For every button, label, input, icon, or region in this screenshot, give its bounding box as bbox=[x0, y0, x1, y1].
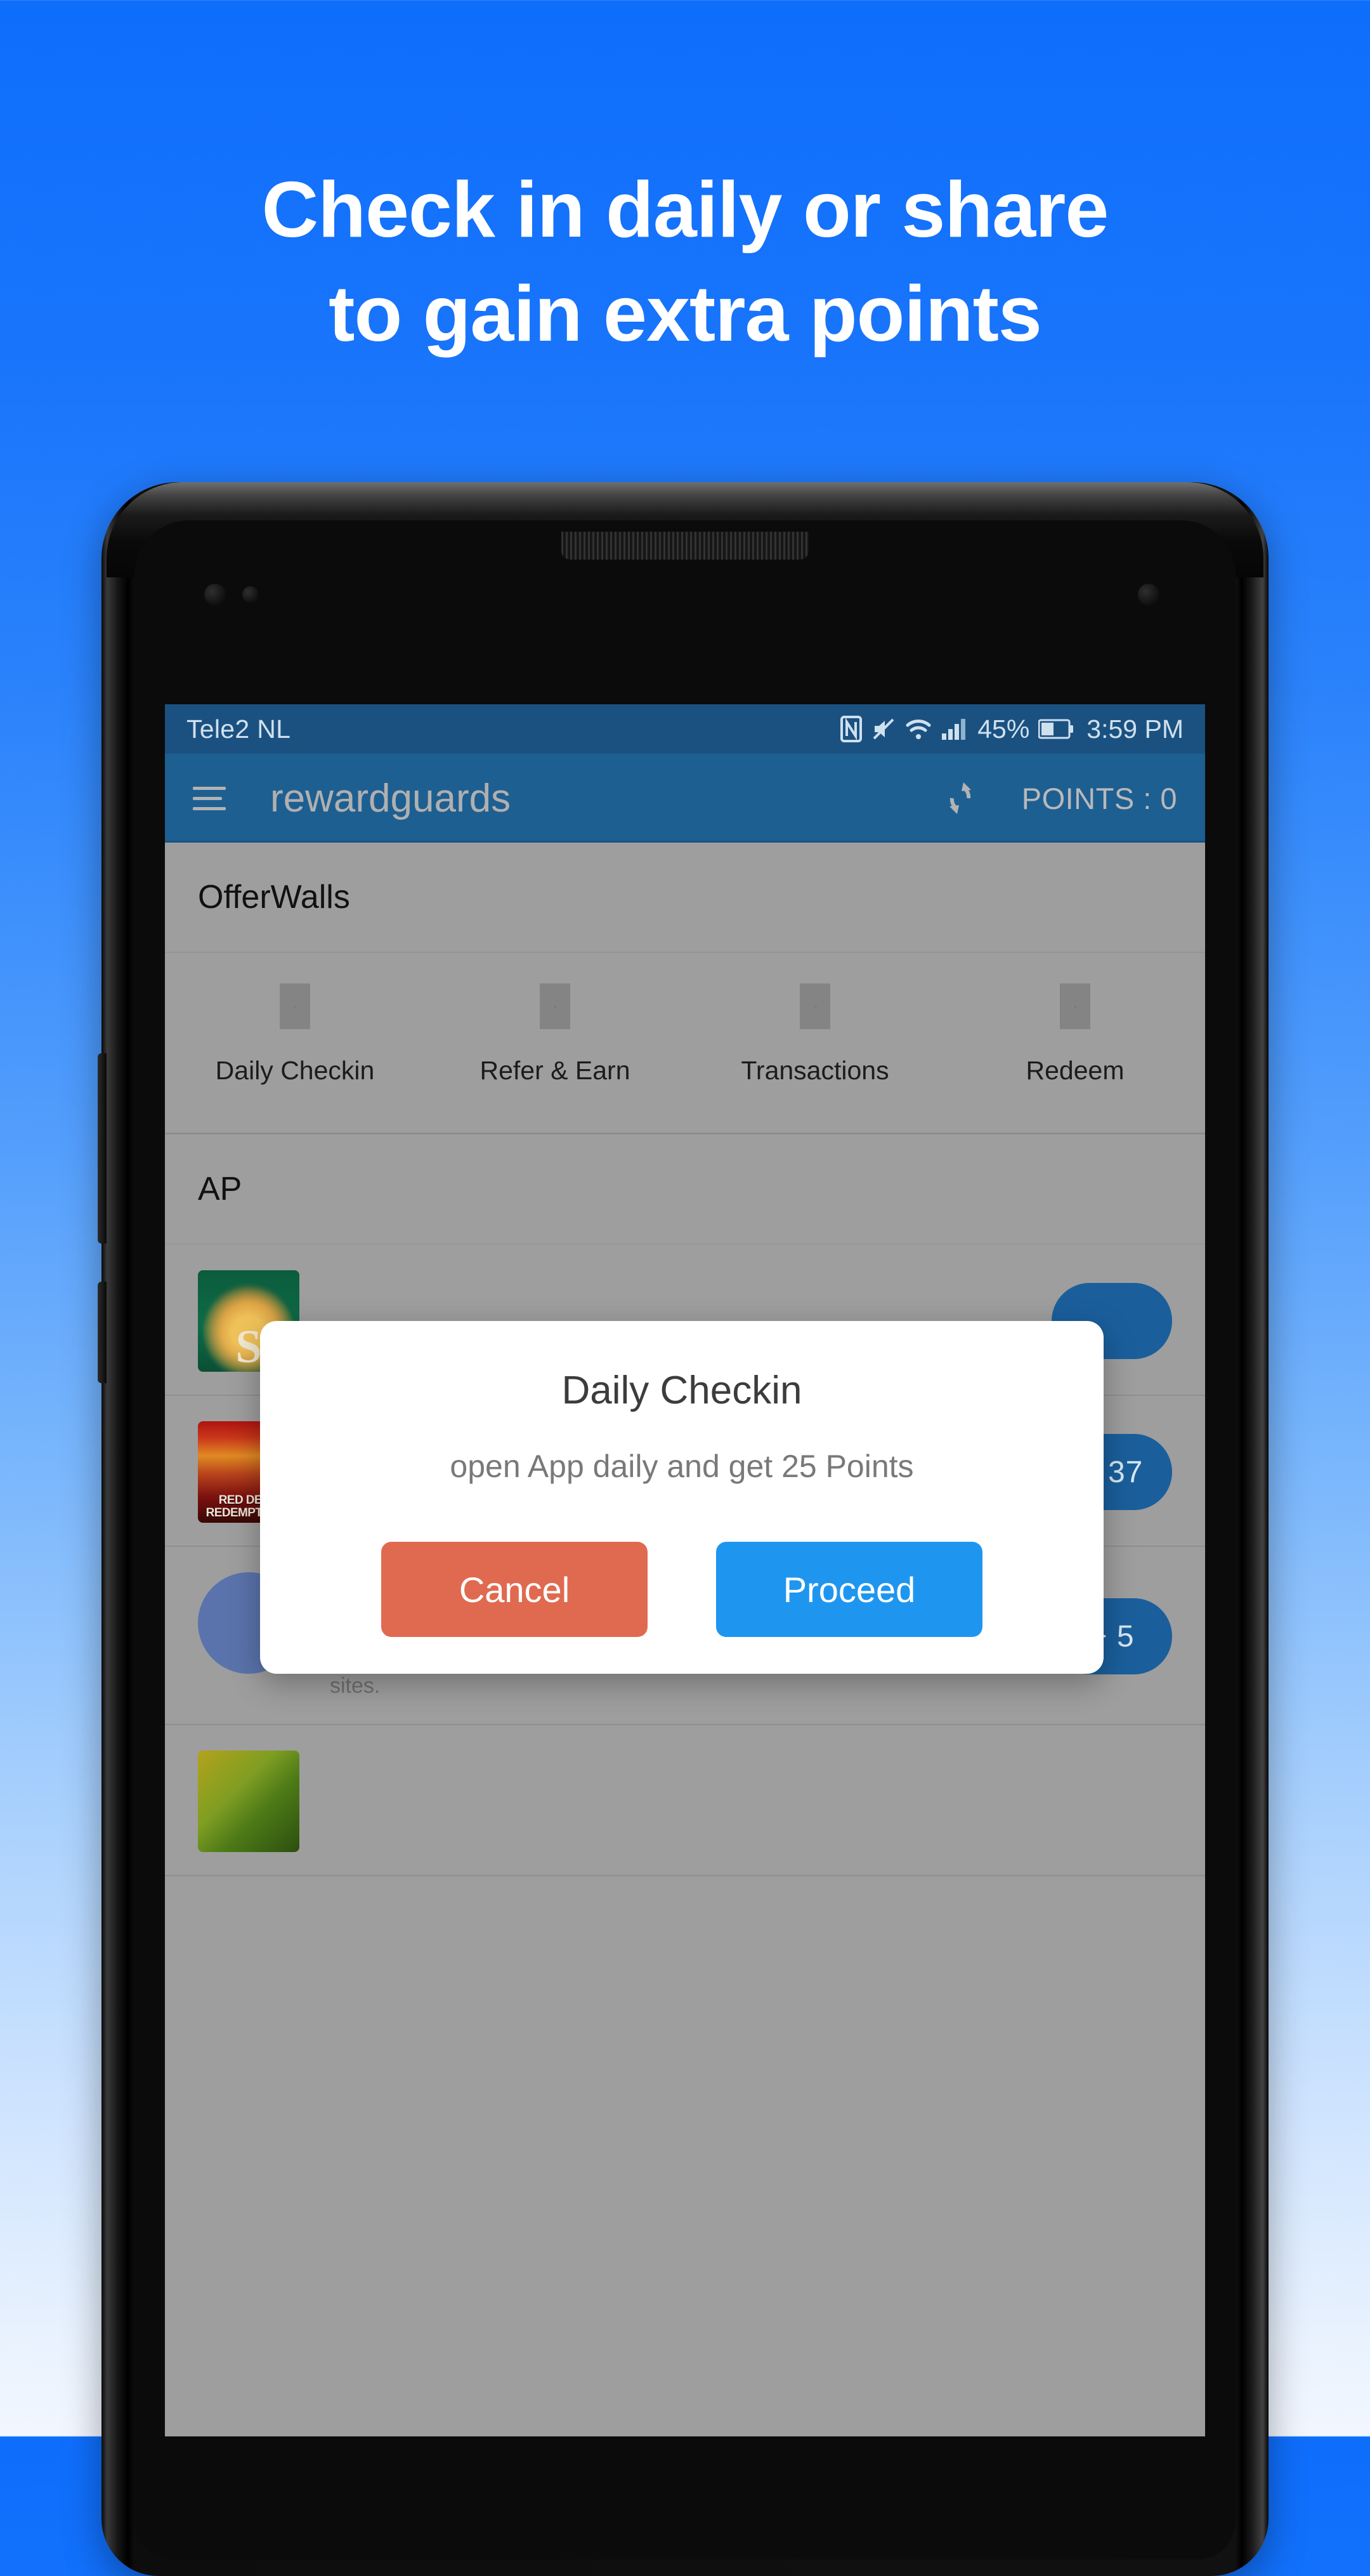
tab-label: Transactions bbox=[741, 1056, 889, 1085]
dialog-actions: Cancel Proceed bbox=[298, 1542, 1066, 1637]
app-title: rewardguards bbox=[270, 776, 511, 820]
proximity-sensor-icon bbox=[242, 586, 259, 603]
dialog-title: Daily Checkin bbox=[561, 1369, 802, 1412]
earpiece-speaker-icon bbox=[561, 532, 809, 560]
battery-percent-label: 45% bbox=[977, 714, 1030, 744]
offer-description-line-3: sites. bbox=[330, 1674, 381, 1699]
battery-icon bbox=[1038, 718, 1074, 740]
broken-image-icon: ▫ bbox=[540, 983, 570, 1029]
tab-daily-checkin[interactable]: ▫ Daily Checkin bbox=[165, 983, 425, 1086]
headline-line-2: to gain extra points bbox=[329, 270, 1042, 358]
signal-icon bbox=[941, 717, 967, 741]
headline-line-1: Check in daily or share bbox=[261, 166, 1109, 254]
tab-refer-and-earn[interactable]: ▫ Refer & Earn bbox=[425, 983, 685, 1086]
app-toolbar: rewardguards POINTS : 0 bbox=[165, 754, 1205, 843]
tab-label: Redeem bbox=[1026, 1056, 1125, 1085]
section-header-offerwalls: OfferWalls bbox=[165, 843, 1205, 953]
offerwalls-title: OfferWalls bbox=[198, 879, 350, 916]
promo-headline: Check in daily or share to gain extra po… bbox=[0, 159, 1370, 366]
broken-image-icon: ▫ bbox=[800, 983, 830, 1029]
dialog-message: open App daily and get 25 Points bbox=[450, 1449, 914, 1484]
hamburger-menu-icon[interactable] bbox=[193, 786, 228, 810]
carrier-label: Tele2 NL bbox=[186, 714, 291, 744]
app-icon bbox=[198, 1750, 299, 1852]
apps-title: AP bbox=[198, 1171, 242, 1207]
clock-label: 3:59 PM bbox=[1086, 714, 1184, 744]
section-header-apps: AP bbox=[165, 1134, 1205, 1245]
cancel-button[interactable]: Cancel bbox=[381, 1542, 648, 1637]
front-camera-icon bbox=[1138, 584, 1159, 605]
wifi-icon bbox=[905, 718, 932, 740]
sensor-icon bbox=[204, 584, 226, 605]
broken-image-icon: ▫ bbox=[1060, 983, 1090, 1029]
tab-transactions[interactable]: ▫ Transactions bbox=[685, 983, 945, 1086]
power-button bbox=[98, 1282, 107, 1383]
status-bar: Tele2 NL 45% 3:59 PM bbox=[165, 704, 1205, 754]
proceed-button[interactable]: Proceed bbox=[716, 1542, 982, 1637]
quick-action-tabs: ▫ Daily Checkin ▫ Refer & Earn ▫ Transac… bbox=[165, 953, 1205, 1134]
daily-checkin-dialog: Daily Checkin open App daily and get 25 … bbox=[260, 1321, 1104, 1674]
tab-redeem[interactable]: ▫ Redeem bbox=[945, 983, 1205, 1086]
tab-label: Daily Checkin bbox=[215, 1056, 375, 1085]
list-item[interactable] bbox=[165, 1725, 1205, 1876]
mute-icon bbox=[871, 716, 896, 742]
points-label: POINTS : 0 bbox=[1021, 781, 1177, 815]
broken-image-icon: ▫ bbox=[280, 983, 310, 1029]
tab-label: Refer & Earn bbox=[480, 1056, 630, 1085]
refresh-icon[interactable] bbox=[941, 779, 980, 818]
nfc-icon bbox=[840, 716, 863, 742]
volume-button bbox=[98, 1053, 107, 1244]
